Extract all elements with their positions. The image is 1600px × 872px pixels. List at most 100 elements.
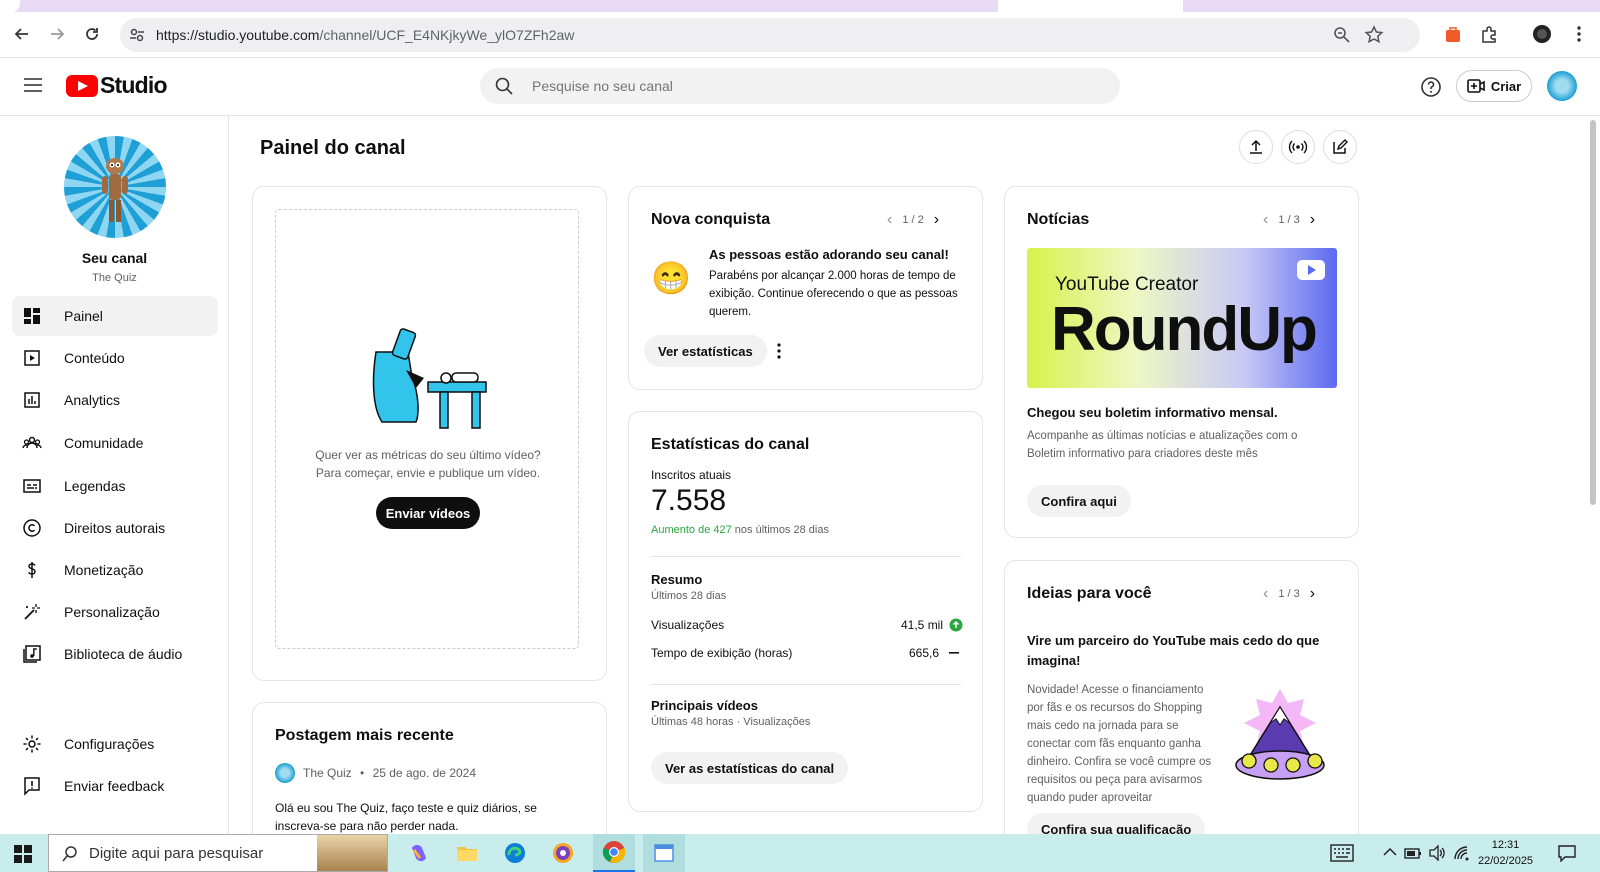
recent-post-title: Postagem mais recente [275, 727, 454, 744]
check-here-button[interactable]: Confira aqui [1027, 485, 1131, 517]
news-banner[interactable]: YouTube Creator RoundUp [1027, 248, 1337, 388]
upload-videos-button[interactable]: Enviar vídeos [376, 497, 480, 529]
battery-icon[interactable] [1404, 846, 1422, 860]
subscribers-change: Aumento de 427 nos últimos 28 dias [651, 524, 829, 536]
zoom-icon[interactable] [1332, 25, 1352, 45]
copilot-icon[interactable] [403, 838, 435, 868]
app-window-icon[interactable] [643, 834, 685, 872]
upload-button[interactable] [1239, 130, 1273, 164]
sidebar-item-label: Legendas [64, 478, 126, 494]
chevron-up-icon[interactable] [1383, 847, 1397, 857]
search-highlight-image [317, 835, 387, 871]
sidebar-item-label: Configurações [64, 736, 155, 752]
chevron-left-icon[interactable]: ‹ [887, 211, 892, 229]
achievement-card: Nova conquista ‹ 1 / 2 › 😁 As pessoas es… [628, 186, 983, 390]
chevron-right-icon[interactable]: › [934, 211, 939, 229]
sidebar-item-legendas[interactable]: Legendas [12, 466, 218, 506]
banner-play-icon [1297, 260, 1325, 280]
notifications-icon[interactable] [1557, 844, 1577, 862]
ideas-card: Ideias para você ‹ 1 / 3 › Vire um parce… [1004, 560, 1359, 852]
extension-shopping-icon[interactable] [1440, 21, 1466, 47]
channel-search[interactable] [480, 68, 1120, 104]
news-headline: Chegou seu boletim informativo mensal. [1027, 405, 1278, 420]
upload-prompt-line2: Para começar, envie e publique um vídeo. [315, 466, 541, 480]
top-videos-subtitle: Últimas 48 horas · Visualizações [651, 716, 811, 728]
bookmark-star-icon[interactable] [1364, 25, 1384, 45]
chevron-right-icon[interactable]: › [1310, 211, 1315, 229]
sidebar-item-monetizacao[interactable]: Monetização [12, 550, 218, 590]
pager-count: 1 / 2 [902, 214, 924, 226]
dashboard-icon [24, 308, 40, 324]
chevron-left-icon[interactable]: ‹ [1263, 211, 1268, 229]
search-icon [495, 77, 513, 95]
address-bar[interactable]: https://studio.youtube.com/channel/UCF_E… [120, 18, 1420, 52]
summary-period: Últimos 28 dias [651, 590, 727, 602]
upload-prompt-line1: Quer ver as métricas do seu último vídeo… [315, 448, 541, 462]
help-icon[interactable] [1420, 76, 1442, 98]
post-author[interactable]: The Quiz [303, 766, 352, 780]
sidebar-item-label: Painel [64, 308, 103, 324]
browser-tab[interactable] [0, 0, 20, 12]
search-input[interactable] [532, 76, 1092, 96]
search-icon [62, 846, 77, 862]
sidebar-item-label: Direitos autorais [64, 520, 166, 536]
vpn-app-icon[interactable] [547, 838, 579, 868]
chevron-left-icon[interactable]: ‹ [1263, 585, 1268, 603]
sidebar-item-feedback[interactable]: Enviar feedback [12, 766, 218, 806]
forward-arrow-icon[interactable] [44, 21, 70, 47]
sidebar-item-analytics[interactable]: Analytics [12, 380, 218, 420]
channel-name: Seu canal [81, 250, 148, 266]
sidebar-item-label: Comunidade [64, 435, 144, 451]
news-pager: ‹ 1 / 3 › [1263, 211, 1315, 229]
go-live-button[interactable] [1281, 130, 1315, 164]
page-scrollbar[interactable] [1590, 120, 1596, 505]
taskbar-search-text: Digite aqui para pesquisar [89, 845, 264, 862]
sidebar-item-personalizacao[interactable]: Personalização [12, 592, 218, 632]
channel-avatar[interactable] [64, 136, 166, 238]
subtitles-icon [23, 479, 41, 493]
browser-active-tab[interactable] [998, 0, 1183, 12]
studio-logo[interactable]: Studio [66, 72, 168, 99]
sidebar-item-comunidade[interactable]: Comunidade [12, 423, 218, 463]
achievement-body: Parabéns por alcançar 2.000 horas de tem… [709, 270, 958, 318]
chrome-taskbar-icon[interactable] [593, 834, 635, 872]
back-arrow-icon[interactable] [9, 21, 35, 47]
account-avatar[interactable] [1547, 71, 1577, 101]
wifi-icon[interactable] [1453, 845, 1471, 861]
pager-count: 1 / 3 [1278, 588, 1300, 600]
create-button[interactable]: Criar [1456, 70, 1532, 102]
trend-flat-icon [949, 652, 959, 654]
hamburger-menu-icon[interactable] [24, 78, 42, 92]
extensions-puzzle-icon[interactable] [1476, 21, 1502, 47]
edit-post-icon [1333, 139, 1348, 154]
create-post-button[interactable] [1323, 130, 1357, 164]
taskbar-clock[interactable]: 12:31 22/02/2025 [1478, 837, 1533, 869]
feedback-icon [24, 777, 40, 796]
sidebar-item-direitos[interactable]: Direitos autorais [12, 508, 218, 548]
reload-icon[interactable] [79, 21, 105, 47]
achievement-title: Nova conquista [651, 211, 771, 228]
gear-icon [23, 735, 41, 753]
view-stats-button[interactable]: Ver estatísticas [644, 335, 767, 367]
keyboard-icon[interactable] [1330, 844, 1354, 862]
speaker-icon[interactable] [1428, 845, 1446, 861]
channel-stats-card: Estatísticas do canal Inscritos atuais 7… [628, 411, 983, 812]
more-options-icon[interactable] [776, 342, 782, 360]
url-text: https://studio.youtube.com/channel/UCF_E… [156, 27, 574, 43]
sidebar-item-biblioteca[interactable]: Biblioteca de áudio [12, 634, 218, 674]
view-channel-stats-button[interactable]: Ver as estatísticas do canal [651, 752, 849, 784]
sidebar-item-conteudo[interactable]: Conteúdo [12, 338, 218, 378]
file-explorer-icon[interactable] [451, 838, 483, 868]
site-settings-icon[interactable] [128, 26, 146, 44]
windows-start-icon[interactable] [14, 845, 32, 863]
taskbar-search[interactable]: Digite aqui para pesquisar [48, 834, 388, 872]
stats-divider [651, 684, 961, 685]
chevron-right-icon[interactable]: › [1310, 585, 1315, 603]
profile-icon[interactable] [1529, 21, 1555, 47]
dollar-icon [28, 562, 36, 578]
sidebar-item-painel[interactable]: Painel [12, 296, 218, 336]
sidebar-item-configuracoes[interactable]: Configurações [12, 724, 218, 764]
edge-browser-icon[interactable] [499, 838, 531, 868]
youtube-play-icon [66, 74, 98, 97]
browser-menu-icon[interactable] [1566, 21, 1592, 47]
